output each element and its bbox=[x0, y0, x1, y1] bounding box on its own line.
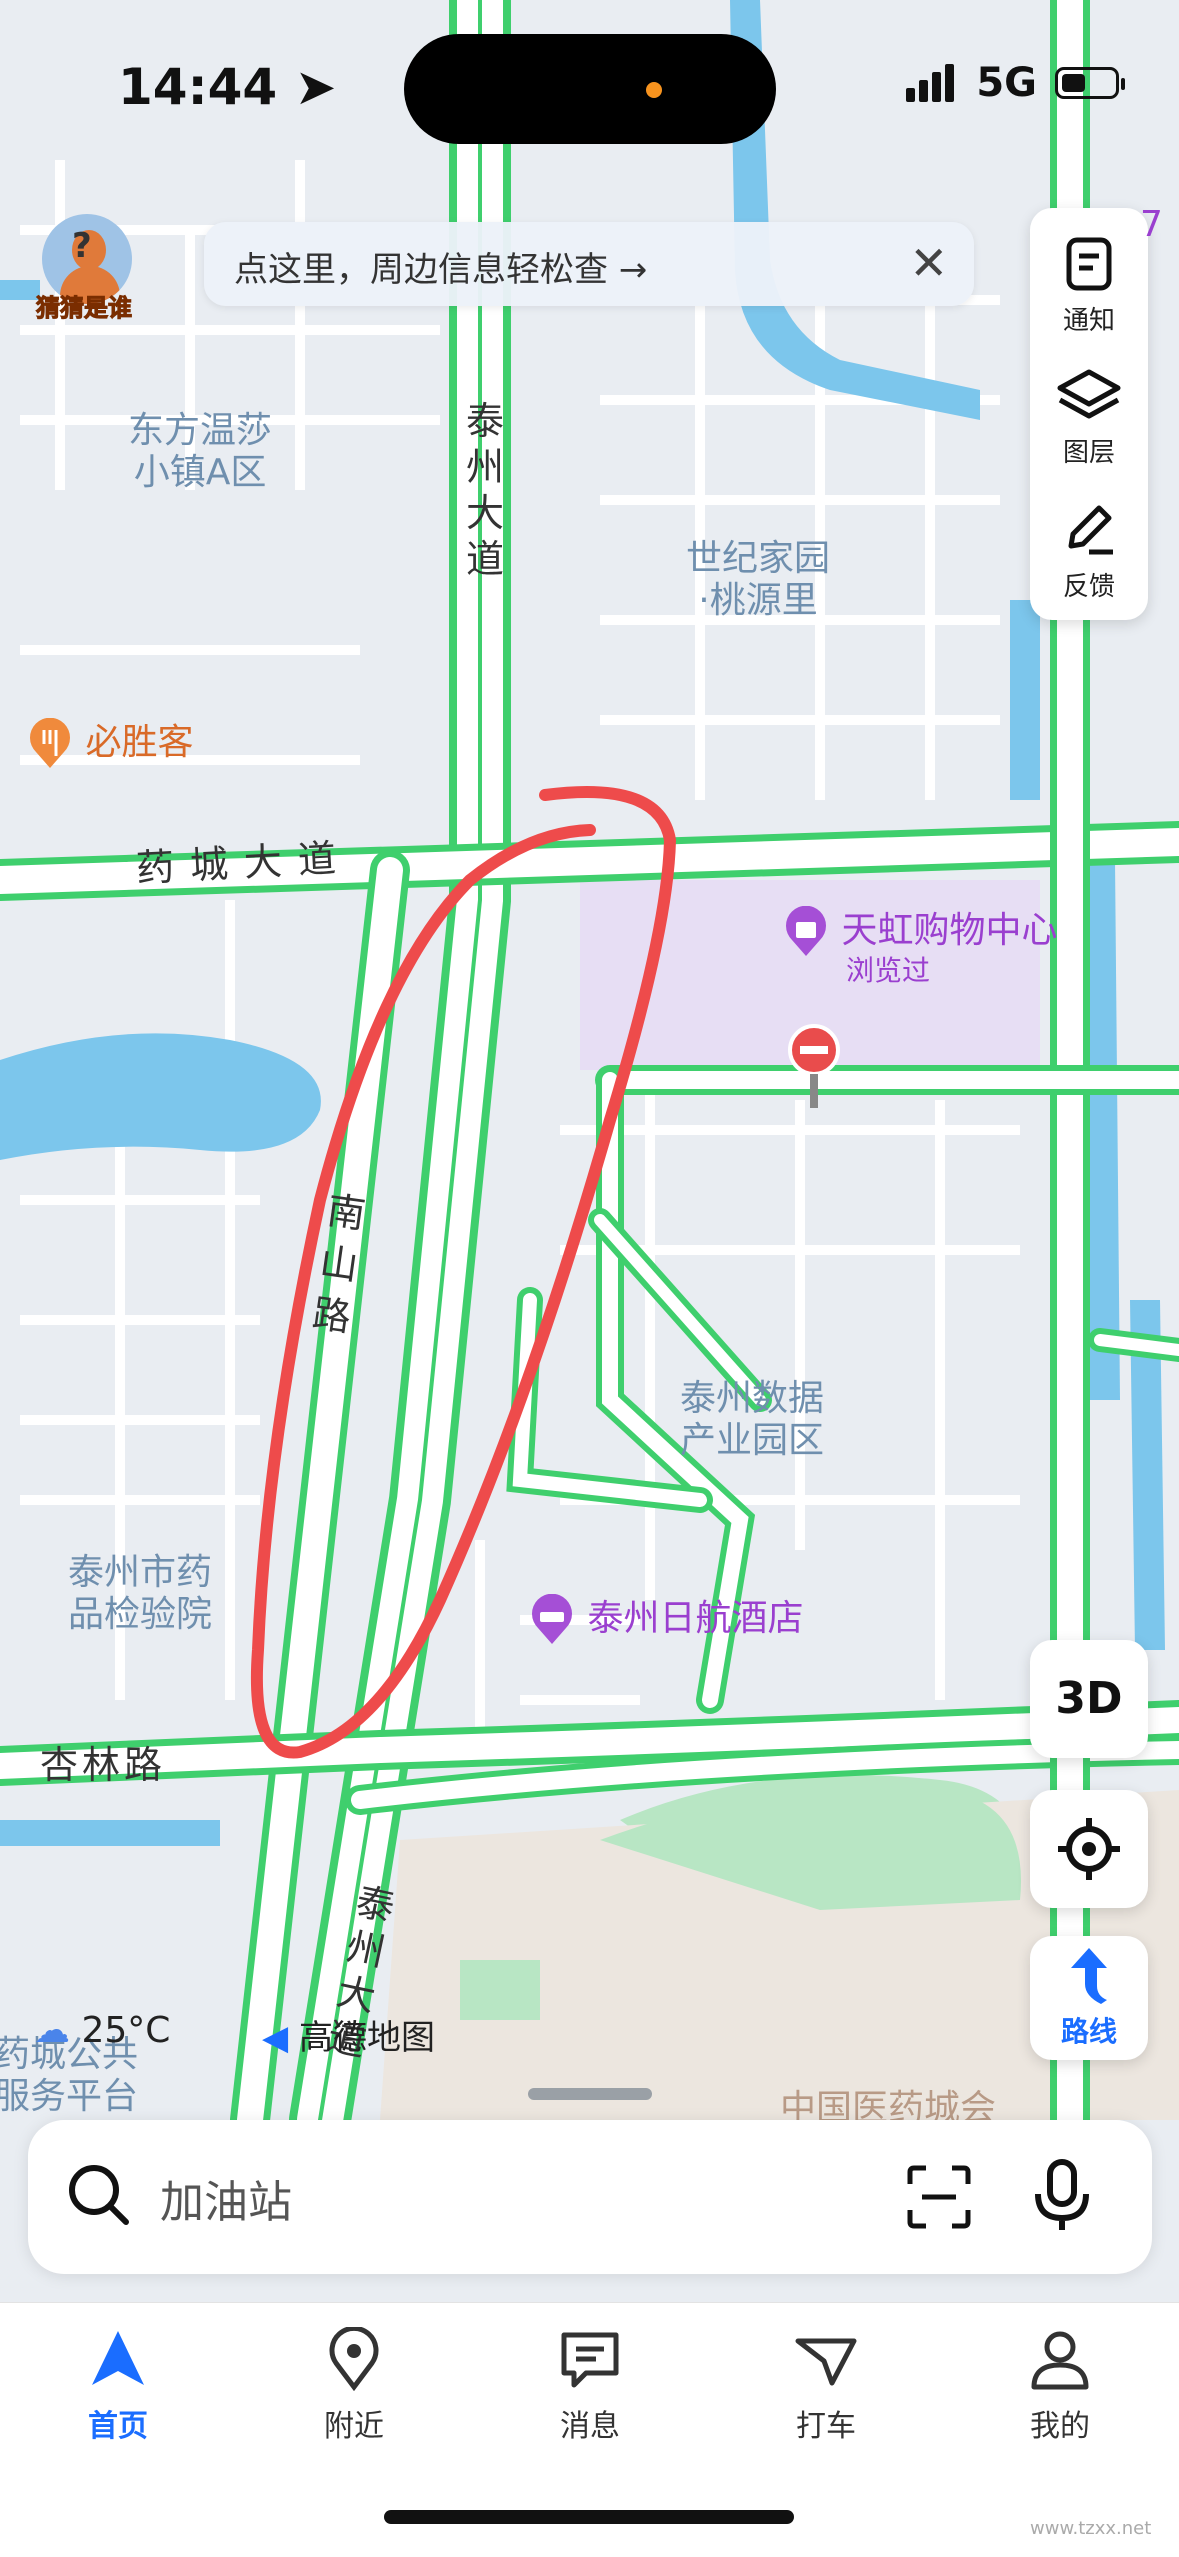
route-button[interactable]: 路线 bbox=[1030, 1936, 1148, 2060]
restaurant-pin-icon bbox=[30, 717, 70, 768]
banner-text: 点这里，周边信息轻松查 → bbox=[234, 250, 648, 290]
tool-label-layers: 图层 bbox=[1062, 438, 1115, 468]
weather-widget[interactable]: ☁ 25°C bbox=[34, 2010, 170, 2051]
avatar-label: 猜猜是谁 bbox=[36, 294, 133, 323]
tab-home[interactable]: 首页 bbox=[48, 2327, 188, 2445]
no-entry-marker[interactable] bbox=[786, 1022, 842, 1122]
user-icon bbox=[1031, 2331, 1089, 2390]
tab-taxi[interactable]: 打车 bbox=[756, 2327, 896, 2445]
search-input[interactable]: 加油站 bbox=[160, 2166, 292, 2230]
temperature: 25°C bbox=[81, 2010, 171, 2051]
cloud-icon: ☁ bbox=[34, 2010, 70, 2051]
status-time: 14:44 ➤ bbox=[118, 58, 336, 116]
notification-button[interactable]: 通知 bbox=[1030, 218, 1148, 348]
guess-who-avatar[interactable]: ? 猜猜是谁 bbox=[36, 214, 146, 324]
tab-messages-label: 消息 bbox=[560, 2409, 620, 2444]
layers-button[interactable]: 图层 bbox=[1030, 350, 1148, 480]
location-pin-icon bbox=[329, 2325, 379, 2392]
amap-logo-icon: ◀ bbox=[262, 2018, 289, 2058]
close-icon[interactable]: ✕ bbox=[909, 236, 948, 290]
feedback-button[interactable]: 反馈 bbox=[1030, 484, 1148, 614]
area-label-shiji: 世纪家园 ·桃源里 bbox=[686, 538, 831, 621]
navigation-arrow-icon bbox=[92, 2331, 144, 2385]
battery-icon bbox=[1055, 67, 1125, 99]
tab-taxi-label: 打车 bbox=[796, 2409, 856, 2444]
tab-profile[interactable]: 我的 bbox=[990, 2327, 1130, 2445]
search-bar[interactable]: 加油站 bbox=[28, 2120, 1152, 2274]
question-mark-icon: ? bbox=[72, 226, 92, 266]
road-label-xinglin: 杏林路 bbox=[40, 1743, 167, 1787]
tab-nearby[interactable]: 附近 bbox=[284, 2325, 424, 2445]
dynamic-island bbox=[404, 34, 776, 144]
tool-label-feedback: 反馈 bbox=[1062, 572, 1115, 602]
tab-messages[interactable]: 消息 bbox=[520, 2327, 660, 2445]
map-tools-panel: 通知 图层 反馈 bbox=[1030, 208, 1148, 620]
privacy-dot bbox=[646, 82, 662, 98]
route-arrow-icon bbox=[1071, 1948, 1107, 2004]
area-label-drug-inspection: 泰州市药 品检验院 bbox=[68, 1552, 213, 1635]
tool-label-notification: 通知 bbox=[1062, 306, 1115, 336]
3d-toggle-button[interactable]: 3D bbox=[1030, 1640, 1148, 1758]
tab-profile-label: 我的 bbox=[1030, 2409, 1090, 2444]
poi-hotel[interactable]: 泰州日航酒店 bbox=[528, 1593, 804, 1646]
poi-tianhong-sub: 浏览过 bbox=[846, 954, 931, 987]
location-arrow-icon: ➤ bbox=[294, 58, 337, 116]
route-label: 路线 bbox=[1060, 2015, 1117, 2048]
message-icon bbox=[561, 2332, 619, 2388]
poi-bishengke[interactable]: 必胜客 bbox=[26, 717, 194, 770]
time-text: 14:44 bbox=[118, 58, 278, 116]
shopping-pin-icon bbox=[786, 905, 826, 956]
signal-icon bbox=[906, 64, 958, 102]
network-type: 5G bbox=[976, 60, 1037, 106]
area-label-data-park: 泰州数据 产业园区 bbox=[680, 1378, 825, 1461]
brand-name: 高德地图 bbox=[298, 2018, 435, 2058]
drawer-handle[interactable] bbox=[528, 2088, 652, 2100]
tab-home-label: 首页 bbox=[88, 2409, 148, 2444]
layers-icon bbox=[1057, 369, 1121, 419]
home-indicator bbox=[384, 2510, 794, 2524]
notification-icon bbox=[1066, 237, 1112, 291]
tab-nearby-label: 附近 bbox=[324, 2409, 384, 2444]
hotel-pin-icon bbox=[532, 1593, 572, 1644]
locate-button[interactable] bbox=[1030, 1790, 1148, 1908]
watermark: www.tzxx.net bbox=[1030, 2518, 1152, 2539]
microphone-icon[interactable] bbox=[1032, 2158, 1092, 2234]
taxi-icon bbox=[795, 2338, 857, 2386]
poi-bishengke-label: 必胜客 bbox=[85, 722, 194, 763]
scan-icon[interactable] bbox=[906, 2164, 972, 2230]
info-banner[interactable]: 点这里，周边信息轻松查 → ✕ bbox=[204, 222, 974, 306]
road-label-taizhou-avenue-north: 泰州大道 bbox=[465, 399, 504, 581]
locate-icon bbox=[1058, 1818, 1120, 1880]
status-icons: 5G bbox=[906, 60, 1125, 106]
poi-hotel-label: 泰州日航酒店 bbox=[587, 1598, 804, 1639]
poi-tianhong-label: 天虹购物中心 bbox=[841, 910, 1058, 951]
area-label-dongfang: 东方温莎 小镇A区 bbox=[128, 410, 273, 493]
amap-logo: ◀ 高德地图 bbox=[262, 2010, 435, 2059]
edge-marker: 7 bbox=[1140, 204, 1163, 245]
search-icon bbox=[69, 2165, 129, 2225]
feedback-icon bbox=[1068, 505, 1113, 555]
no-entry-icon bbox=[788, 1024, 840, 1108]
